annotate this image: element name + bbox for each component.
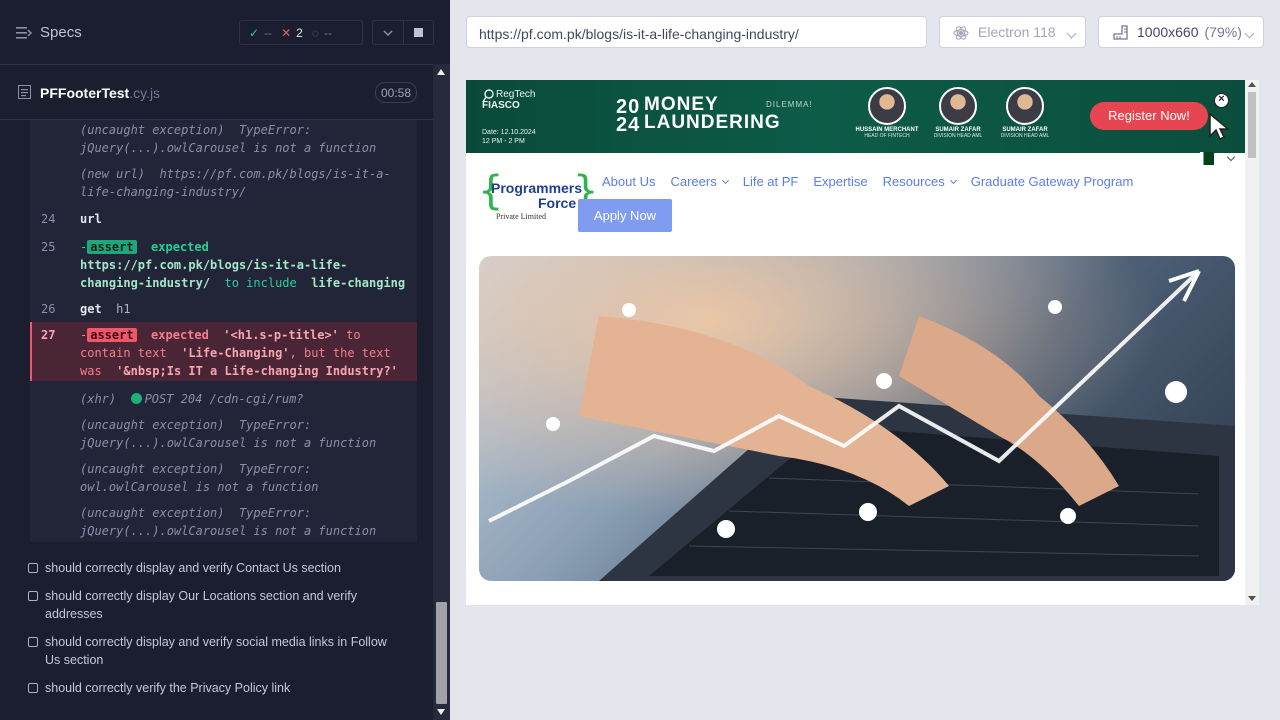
specs-header: Specs ✓ -- ✕ 2 ◌ --: [0, 0, 450, 64]
stop-button[interactable]: [402, 21, 433, 44]
spec-file-header: PFFooterTest.cy.js 00:58: [0, 64, 433, 120]
site-nav: About Us Careers Life at PF Expertise Re…: [602, 174, 1148, 189]
nav-careers[interactable]: Careers: [670, 174, 729, 189]
banner-date: Date: 12.10.2024 12 PM - 2 PM: [482, 129, 536, 145]
electron-icon: [953, 26, 969, 40]
nav-about-us[interactable]: About Us: [602, 174, 655, 189]
command-log-scrollbar[interactable]: [433, 64, 450, 720]
ruler-icon: [1113, 25, 1128, 40]
scroll-up-icon[interactable]: [1248, 82, 1256, 87]
scroll-down-icon[interactable]: [437, 709, 445, 715]
aut-iframe[interactable]: RegTech FIASCO Date: 12.10.2024 12 PM - …: [466, 80, 1259, 605]
chevron-down-icon: [721, 176, 729, 184]
speaker-photo: [1006, 87, 1044, 125]
scrollbar-thumb[interactable]: [1248, 92, 1256, 158]
specs-label[interactable]: Specs: [40, 24, 82, 41]
command-log-scroll: PFFooterTest.cy.js 00:58 (uncaught excep…: [0, 64, 433, 720]
banner-fiasco: FIASCO: [482, 100, 520, 111]
speaker-photo: [868, 87, 906, 125]
banner-laundering: LAUNDERING: [644, 112, 781, 133]
test-stats: ✓ -- ✕ 2 ◌ --: [239, 20, 363, 45]
programmers-force-logo[interactable]: { } Programmers Force Private Limited: [478, 171, 598, 221]
register-now-button[interactable]: Register Now!: [1090, 102, 1208, 130]
nav-graduate-gateway[interactable]: Graduate Gateway Program: [971, 174, 1134, 189]
chevron-down-icon: [1066, 28, 1077, 39]
chevron-down-icon: [1244, 28, 1255, 39]
pending-icon: ◌: [311, 25, 319, 40]
nav-life-at-pf[interactable]: Life at PF: [743, 174, 799, 189]
scroll-up-icon[interactable]: [437, 69, 445, 75]
checkbox-icon: [28, 683, 38, 693]
command-list: (uncaught exception) TypeError: jQuery(.…: [30, 120, 417, 542]
command-log-panel: Specs ✓ -- ✕ 2 ◌ -- PFFooterTest.cy.js 0…: [0, 0, 450, 720]
runner-controls: [372, 20, 434, 45]
command-row-assert-pass[interactable]: 25 - assert expected https://pf.com.pk/bl…: [30, 236, 417, 290]
expand-button[interactable]: [373, 21, 403, 44]
speaker: SUMAIR ZAFAR DIVISION HEAD AML: [990, 87, 1060, 139]
aut-panel: https://pf.com.pk/blogs/is-it-a-life-cha…: [450, 0, 1280, 720]
aut-url-bar[interactable]: https://pf.com.pk/blogs/is-it-a-life-cha…: [466, 16, 927, 48]
status-dot-icon: [130, 393, 142, 404]
passed-stat: ✓ --: [249, 26, 272, 40]
pending-stat: ◌ --: [312, 26, 332, 40]
pakistan-flag-icon[interactable]: [1200, 152, 1214, 165]
checkbox-icon: [28, 563, 38, 573]
speaker: HUSSAIN MERCHANT HEAD OF FINTECH: [852, 87, 922, 139]
command-row-url[interactable]: 24 url: [30, 208, 417, 228]
cursor-pointer-icon: [1209, 112, 1230, 141]
viewport-size: 1000x660: [1137, 24, 1199, 40]
nav-expertise[interactable]: Expertise: [813, 174, 867, 189]
banner-regtech: RegTech: [496, 89, 536, 100]
checkbox-icon: [28, 637, 38, 647]
banner-dilemma: DILEMMA!: [766, 100, 813, 109]
chevron-down-icon: [949, 176, 957, 184]
command-row-assert-fail[interactable]: 27 - assert expected '<h1.s-p-title>' to …: [30, 322, 417, 381]
close-icon[interactable]: ×: [1214, 93, 1229, 108]
apply-now-button[interactable]: Apply Now: [578, 199, 672, 232]
stop-icon: [413, 28, 423, 37]
event-banner[interactable]: RegTech FIASCO Date: 12.10.2024 12 PM - …: [466, 80, 1245, 153]
chevron-down-icon[interactable]: [1226, 152, 1236, 162]
hero-image: [479, 256, 1235, 581]
browser-selector[interactable]: Electron 118: [939, 16, 1086, 48]
hero-illustration: [479, 256, 1235, 581]
banner-year: 20 24: [616, 96, 641, 136]
checkbox-icon: [28, 591, 38, 601]
x-icon: ✕: [281, 25, 292, 40]
scrollbar-thumb[interactable]: [436, 602, 447, 704]
pending-count: --: [323, 25, 332, 40]
check-icon: ✓: [249, 25, 260, 40]
command-row-get[interactable]: 26 get h1: [30, 298, 417, 318]
nav-resources[interactable]: Resources: [883, 174, 957, 189]
speaker-photo: [939, 87, 977, 125]
viewport-selector[interactable]: 1000x660 (79%): [1098, 16, 1264, 48]
specs-list-icon[interactable]: [16, 26, 32, 40]
viewport-scale: (79%): [1204, 24, 1242, 40]
spec-file-name[interactable]: PFFooterTest.cy.js: [40, 85, 160, 101]
browser-label: Electron 118: [978, 24, 1056, 40]
aut-scrollbar[interactable]: [1245, 80, 1259, 605]
failed-count: 2: [296, 25, 303, 40]
spec-duration: 00:58: [375, 82, 417, 103]
passed-count: --: [264, 25, 273, 40]
scroll-down-icon[interactable]: [1248, 596, 1256, 601]
document-icon: [18, 85, 31, 99]
chevron-down-icon: [383, 29, 393, 36]
speaker: SUMAIR ZAFAR DIVISION HEAD AML: [923, 87, 993, 139]
failed-stat: ✕ 2: [281, 26, 303, 40]
